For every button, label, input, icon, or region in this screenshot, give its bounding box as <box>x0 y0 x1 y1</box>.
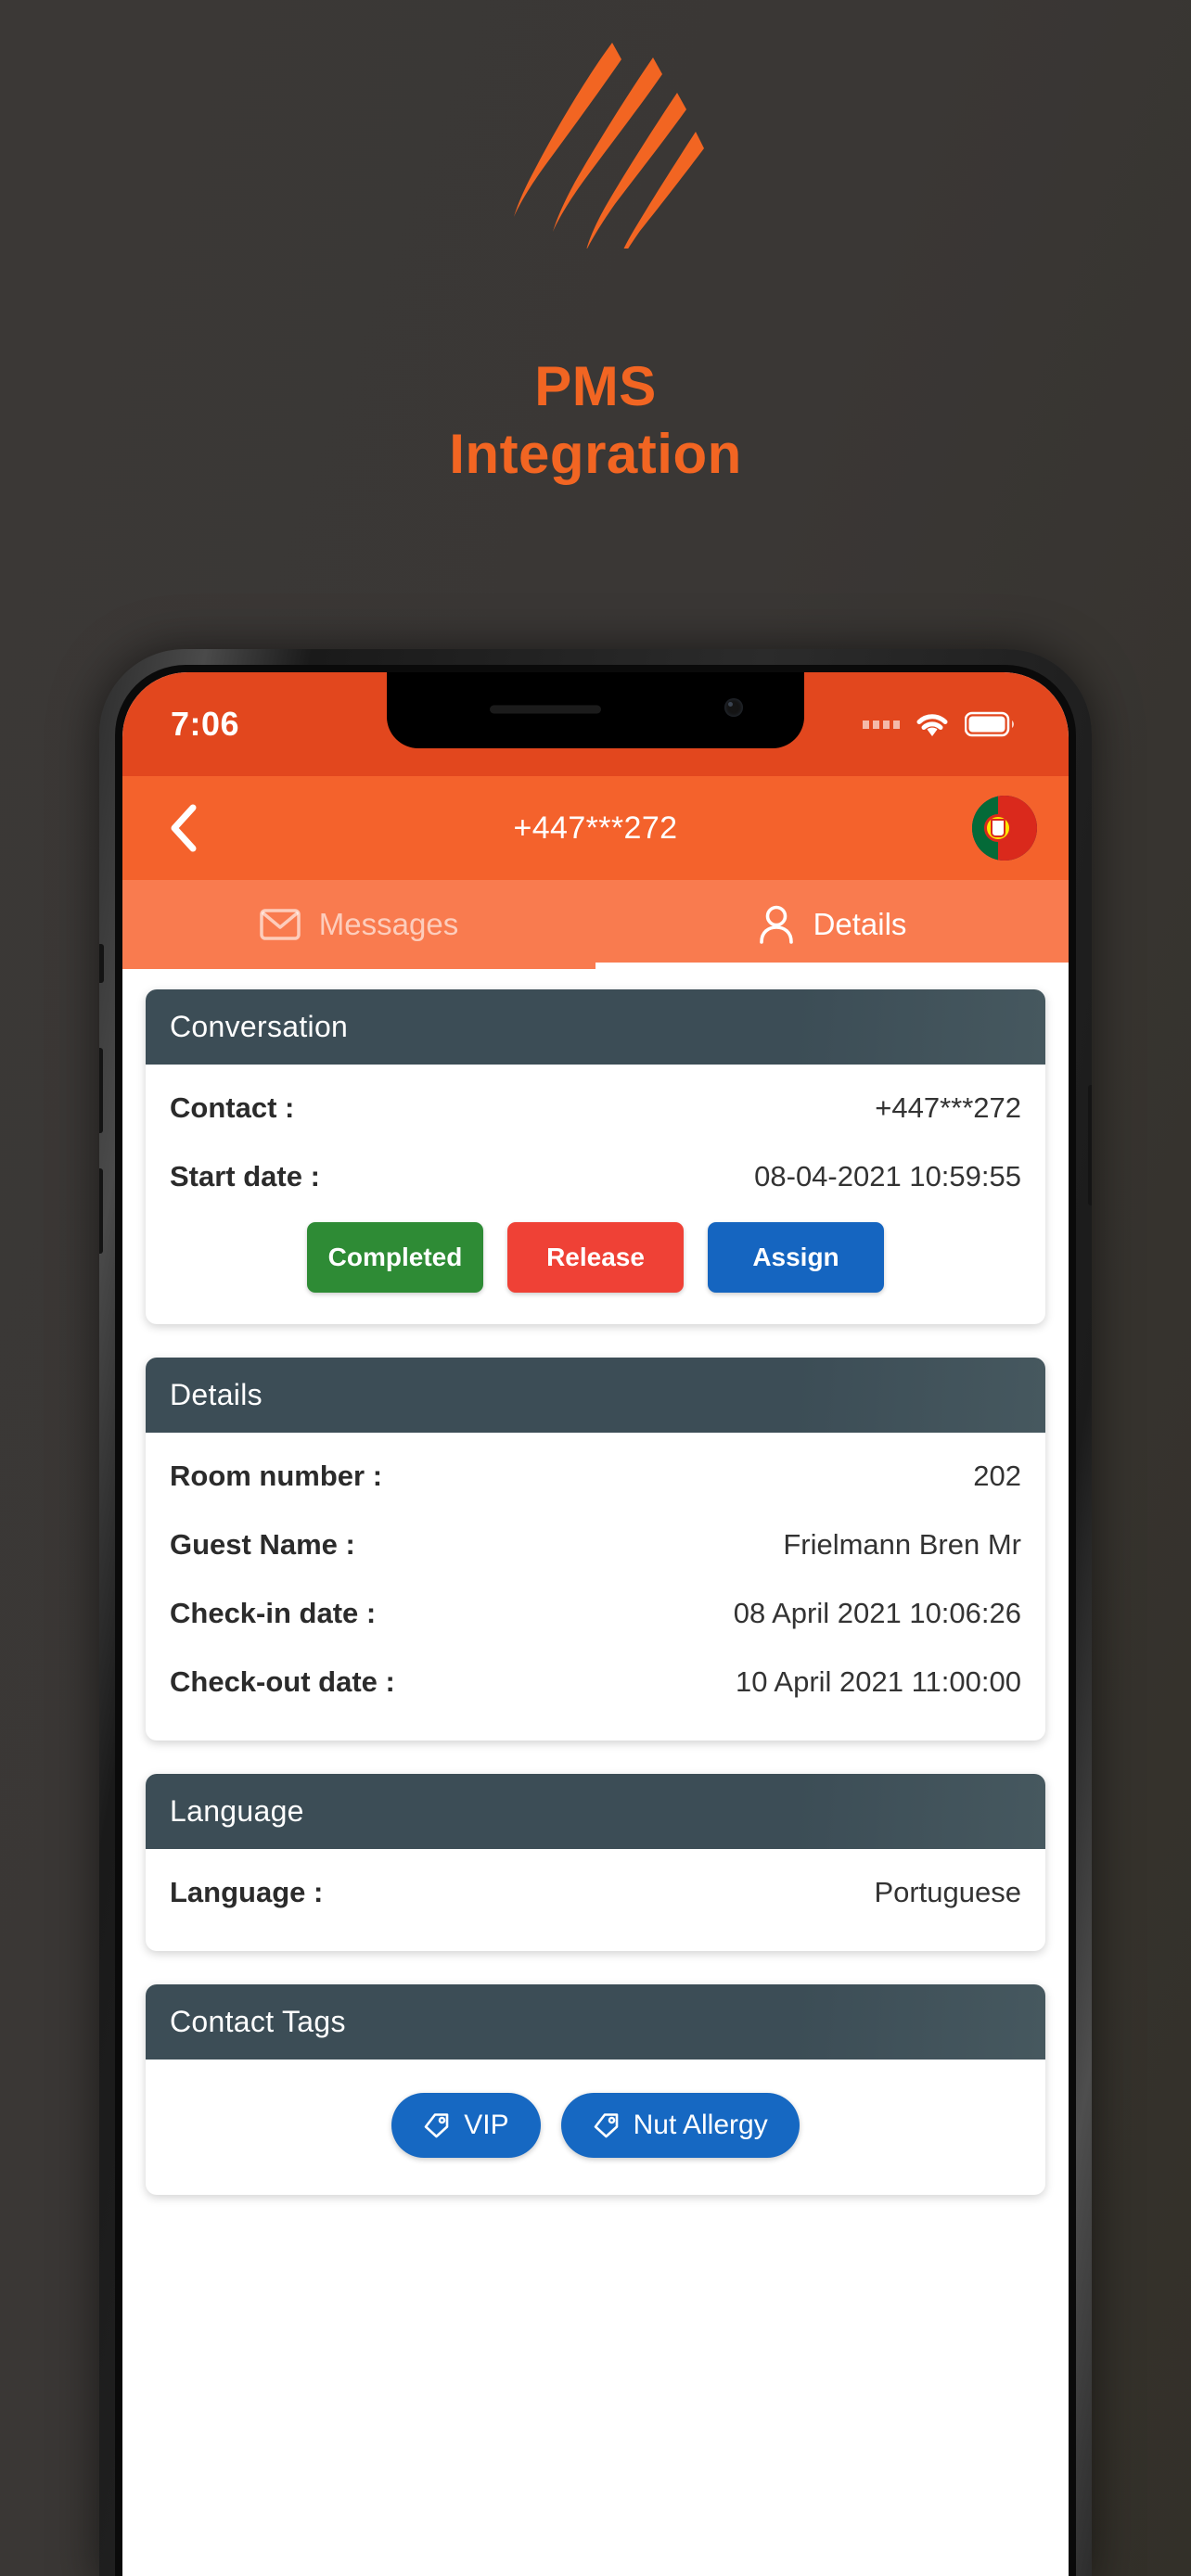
person-icon <box>758 905 795 944</box>
conversation-card-header: Conversation <box>146 989 1045 1065</box>
row-value: 202 <box>973 1460 1021 1492</box>
portugal-flag-icon[interactable] <box>972 796 1037 861</box>
table-row: Start date : 08-04-2021 10:59:55 <box>170 1142 1021 1211</box>
chevron-left-icon <box>168 803 199 853</box>
conversation-actions: Completed Release Assign <box>170 1211 1021 1300</box>
tab-details[interactable]: Details <box>596 880 1069 969</box>
row-value: 08-04-2021 10:59:55 <box>754 1160 1021 1192</box>
tag-vip[interactable]: VIP <box>391 2093 541 2158</box>
tab-bar: Messages Details <box>122 880 1069 969</box>
completed-button[interactable]: Completed <box>307 1222 483 1293</box>
table-row: Guest Name : Frielmann Bren Mr <box>170 1511 1021 1579</box>
table-row: Language : Portuguese <box>170 1858 1021 1927</box>
tab-messages[interactable]: Messages <box>122 880 596 969</box>
power-button[interactable] <box>1088 1085 1092 1205</box>
app-bar: +447***272 <box>122 776 1069 880</box>
row-label: Check-in date : <box>170 1597 377 1629</box>
page-title: PMS Integration <box>0 355 1191 485</box>
phone-screen: 7:06 +447***272 Messages Details Convers… <box>122 672 1069 2576</box>
language-card: Language Language : Portuguese <box>146 1774 1045 1951</box>
volume-up-button[interactable] <box>99 1048 103 1133</box>
row-label: Guest Name : <box>170 1528 355 1561</box>
tag-icon <box>423 2111 451 2139</box>
details-card-header: Details <box>146 1358 1045 1433</box>
row-value: 08 April 2021 10:06:26 <box>733 1597 1021 1629</box>
notch <box>387 672 804 748</box>
contact-tags-card-header: Contact Tags <box>146 1984 1045 2060</box>
details-card: Details Room number : 202 Guest Name : F… <box>146 1358 1045 1741</box>
promo-banner: PMS Integration <box>0 0 1191 649</box>
phone-frame: 7:06 +447***272 Messages Details Convers… <box>99 649 1092 2576</box>
row-value: 10 April 2021 11:00:00 <box>736 1665 1021 1698</box>
row-value: Portuguese <box>874 1876 1021 1908</box>
row-label: Language : <box>170 1876 324 1908</box>
back-button[interactable] <box>154 798 213 858</box>
contact-tags-list: VIP Nut Allergy <box>170 2069 1021 2171</box>
silent-switch[interactable] <box>99 944 104 983</box>
contact-tags-card: Contact Tags VIP Nut Allergy <box>146 1984 1045 2195</box>
table-row: Check-out date : 10 April 2021 11:00:00 <box>170 1648 1021 1716</box>
battery-full-icon <box>965 711 1017 737</box>
release-button[interactable]: Release <box>507 1222 684 1293</box>
earpiece-speaker <box>490 705 601 714</box>
details-content: Conversation Contact : +447***272 Start … <box>122 969 1069 2576</box>
wifi-icon <box>915 710 950 738</box>
language-card-header: Language <box>146 1774 1045 1849</box>
conversation-title: +447***272 <box>513 810 678 846</box>
front-camera <box>724 698 743 717</box>
tag-label: VIP <box>464 2110 509 2140</box>
row-label: Room number : <box>170 1460 383 1492</box>
assign-button[interactable]: Assign <box>708 1222 884 1293</box>
phone-bezel: 7:06 +447***272 Messages Details Convers… <box>115 665 1076 2576</box>
envelope-icon <box>260 908 301 941</box>
row-label: Check-out date : <box>170 1665 395 1698</box>
claw-marks-logo <box>456 35 735 249</box>
status-bar-time: 7:06 <box>171 705 240 743</box>
status-bar: 7:06 <box>122 672 1069 776</box>
row-value: Frielmann Bren Mr <box>783 1528 1021 1561</box>
promo-title-line-2: Integration <box>449 422 742 485</box>
tab-details-label: Details <box>813 907 907 941</box>
table-row: Room number : 202 <box>170 1442 1021 1511</box>
tag-icon <box>593 2111 621 2139</box>
tag-label: Nut Allergy <box>633 2110 768 2140</box>
row-value: +447***272 <box>875 1091 1021 1124</box>
row-label: Contact : <box>170 1091 295 1124</box>
signal-dots-icon <box>863 720 900 729</box>
table-row: Check-in date : 08 April 2021 10:06:26 <box>170 1579 1021 1648</box>
tag-nut-allergy[interactable]: Nut Allergy <box>560 2093 800 2158</box>
tab-messages-label: Messages <box>318 907 459 941</box>
volume-down-button[interactable] <box>99 1168 103 1254</box>
conversation-card: Conversation Contact : +447***272 Start … <box>146 989 1045 1324</box>
promo-title-line-1: PMS <box>534 355 657 417</box>
row-label: Start date : <box>170 1160 320 1192</box>
table-row: Contact : +447***272 <box>170 1074 1021 1142</box>
